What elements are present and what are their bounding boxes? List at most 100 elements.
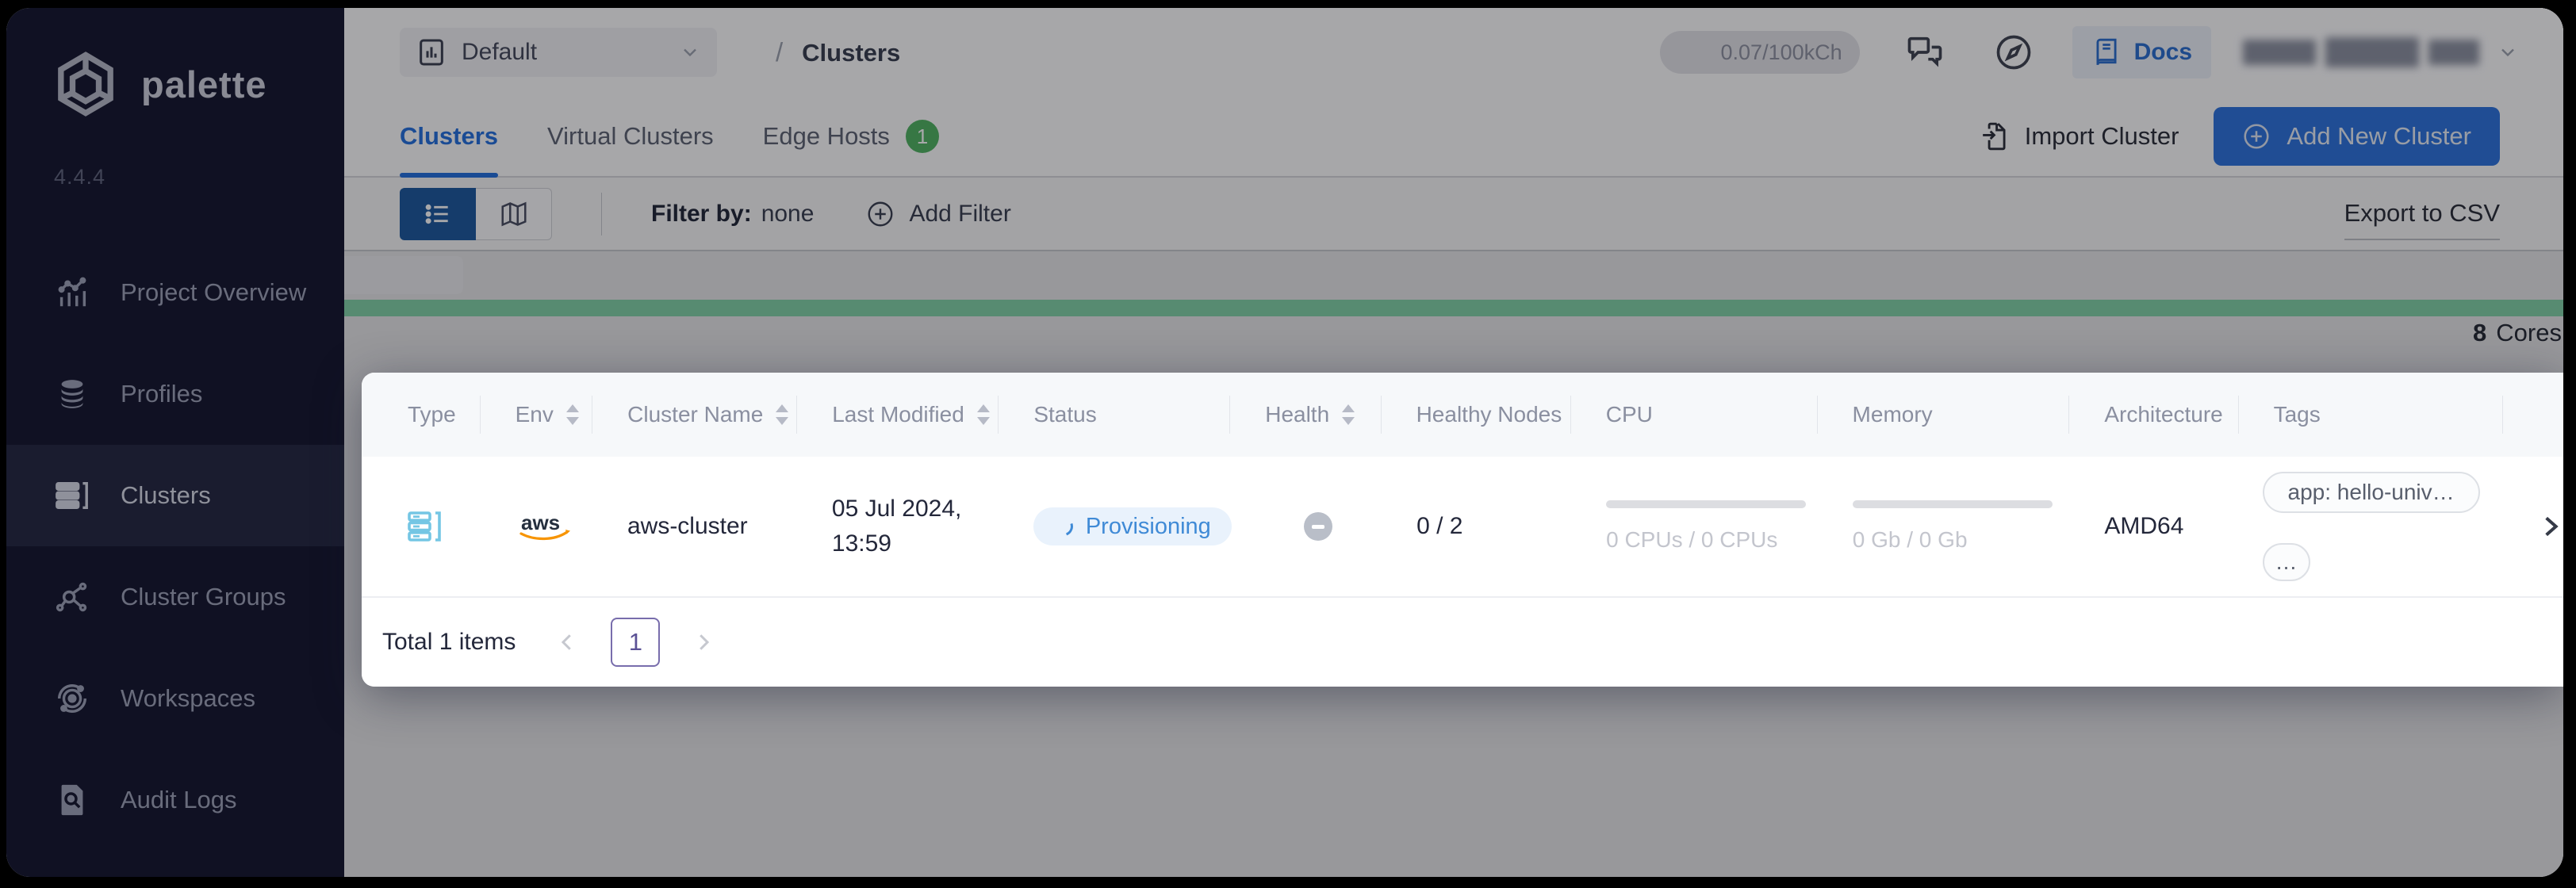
aws-logo-icon: aws xyxy=(519,511,571,541)
tab-virtual-clusters[interactable]: Virtual Clusters xyxy=(547,97,714,176)
cores-value: 8 xyxy=(2473,319,2487,346)
tab-label: Virtual Clusters xyxy=(547,122,714,150)
map-view-button[interactable] xyxy=(476,187,552,240)
column-header-status: Status xyxy=(999,373,1230,457)
cluster-name: aws-cluster xyxy=(627,513,748,539)
filter-toolbar: Filter by: none Add Filter Export to CSV xyxy=(344,178,2563,251)
total-items-label: Total 1 items xyxy=(382,629,516,655)
sidebar-item-profiles[interactable]: Profiles xyxy=(6,343,344,445)
sidebar-item-workspaces[interactable]: Workspaces xyxy=(6,648,344,749)
cell-health xyxy=(1231,512,1382,541)
column-header-last-modified[interactable]: Last Modified xyxy=(797,373,999,457)
sort-arrows-icon[interactable] xyxy=(565,404,579,425)
column-header-cluster-name[interactable]: Cluster Name xyxy=(592,373,797,457)
cell-cpu: 0 CPUs / 0 CPUs xyxy=(1571,500,1818,553)
project-selector[interactable]: Default xyxy=(400,28,717,77)
book-icon xyxy=(2096,38,2117,66)
import-cluster-label: Import Cluster xyxy=(2024,122,2179,150)
cell-healthy-nodes: 0 / 2 xyxy=(1382,513,1571,540)
sort-arrows-icon[interactable] xyxy=(1342,404,1355,425)
column-header-env[interactable]: Env xyxy=(481,373,593,457)
chevron-right-icon xyxy=(2545,516,2559,537)
sidebar-item-clusters[interactable]: Clusters xyxy=(6,445,344,546)
sidebar: palette 4.4.4 Project Overview Profiles … xyxy=(6,8,344,877)
column-header-health[interactable]: Health xyxy=(1230,373,1381,457)
clusters-icon xyxy=(56,481,88,510)
next-page-icon[interactable] xyxy=(692,630,715,654)
brand-name: palette xyxy=(141,63,267,105)
sort-arrows-icon[interactable] xyxy=(976,404,990,425)
column-header-memory: Memory xyxy=(1818,373,2070,457)
column-header-architecture: Architecture xyxy=(2069,373,2238,457)
breadcrumb-current: Clusters xyxy=(802,39,901,67)
page-number-button[interactable]: 1 xyxy=(611,618,661,667)
cell-architecture: AMD64 xyxy=(2069,513,2238,540)
column-header-type: Type xyxy=(362,373,481,457)
audit-logs-icon xyxy=(61,784,83,816)
tab-edge-hosts[interactable]: Edge Hosts 1 xyxy=(763,97,939,176)
cell-row-expand[interactable] xyxy=(2503,513,2563,540)
sort-arrows-icon[interactable] xyxy=(776,404,789,425)
filter-by-value: none xyxy=(761,200,815,227)
cell-tags: app: hello-univ… … xyxy=(2239,472,2503,581)
cores-label: Cores xyxy=(2496,319,2562,346)
cpu-meter xyxy=(1606,500,1807,508)
column-header-actions xyxy=(2503,373,2563,457)
cell-last-modified: 05 Jul 2024, 13:59 xyxy=(797,492,999,561)
sidebar-item-label: Profiles xyxy=(121,380,203,408)
previous-page-icon[interactable] xyxy=(555,630,579,654)
sidebar-item-audit-logs[interactable]: Audit Logs xyxy=(6,749,344,851)
add-filter-label: Add Filter xyxy=(909,200,1011,227)
cluster-actions: Import Cluster Add New Cluster xyxy=(1980,107,2500,166)
architecture-value: AMD64 xyxy=(2104,513,2184,539)
user-menu[interactable] xyxy=(2243,37,2479,67)
edge-hosts-count-badge: 1 xyxy=(905,120,939,153)
column-header-tags: Tags xyxy=(2239,373,2504,457)
sidebar-item-project-overview[interactable]: Project Overview xyxy=(6,242,344,343)
sidebar-item-project-settings[interactable]: Project Settings xyxy=(6,851,344,877)
add-new-cluster-label: Add New Cluster xyxy=(2287,122,2471,150)
breadcrumb-separator: / xyxy=(776,37,784,67)
cell-cluster-name[interactable]: aws-cluster xyxy=(592,513,797,540)
tag-chip[interactable]: app: hello-univ… xyxy=(2262,472,2480,513)
cell-status: Provisioning xyxy=(999,507,1232,545)
more-tags-chip[interactable]: … xyxy=(2262,543,2310,581)
column-label: CPU xyxy=(1605,402,1653,427)
sidebar-item-cluster-groups[interactable]: Cluster Groups xyxy=(6,546,344,648)
spinner-icon xyxy=(1050,514,1076,539)
sidebar-item-label: Cluster Groups xyxy=(121,583,286,610)
export-to-csv-button[interactable]: Export to CSV xyxy=(2344,199,2500,240)
list-view-button[interactable] xyxy=(400,187,476,240)
table-footer: Total 1 items 1 xyxy=(362,596,2563,687)
usage-badge: 0.07/100kCh xyxy=(1659,31,1860,74)
user-chevron-down-icon[interactable] xyxy=(2497,41,2519,63)
sidebar-item-label: Audit Logs xyxy=(121,786,237,813)
table-row[interactable]: aws aws-cluster 05 Jul 2024, 13:59 Provi… xyxy=(362,457,2563,596)
column-label: Tags xyxy=(2273,402,2321,427)
compass-icon[interactable] xyxy=(1993,32,2034,73)
add-filter-button[interactable]: Add Filter xyxy=(866,200,1011,228)
sidebar-item-label: Clusters xyxy=(121,481,211,509)
import-cluster-button[interactable]: Import Cluster xyxy=(1980,121,2179,151)
column-label: Type xyxy=(408,402,456,427)
modified-date: 05 Jul 2024, xyxy=(831,496,962,522)
svg-text:aws: aws xyxy=(521,511,560,534)
chat-icon[interactable] xyxy=(1904,32,1945,73)
project-selector-value: Default xyxy=(462,39,538,65)
toolbar-divider xyxy=(601,192,602,235)
map-view-icon xyxy=(500,201,527,226)
tab-clusters[interactable]: Clusters xyxy=(400,97,499,178)
app-window: palette 4.4.4 Project Overview Profiles … xyxy=(6,8,2563,877)
app-version: 4.4.4 xyxy=(54,165,106,189)
top-bar: Default / Clusters 0.07/100kCh Docs xyxy=(344,8,2563,97)
collapsed-panel-stub xyxy=(344,256,463,294)
main-content: Default / Clusters 0.07/100kCh Docs Clus… xyxy=(344,8,2563,877)
add-new-cluster-button[interactable]: Add New Cluster xyxy=(2214,107,2500,166)
docs-button[interactable]: Docs xyxy=(2072,26,2211,78)
cell-type xyxy=(362,507,480,545)
cluster-groups-icon xyxy=(56,582,87,612)
modified-time: 13:59 xyxy=(831,530,891,557)
table-header: Type Env Cluster Name Last Modified Stat… xyxy=(362,373,2563,457)
clusters-table-card: Type Env Cluster Name Last Modified Stat… xyxy=(362,373,2563,687)
capacity-bar xyxy=(344,300,2563,316)
